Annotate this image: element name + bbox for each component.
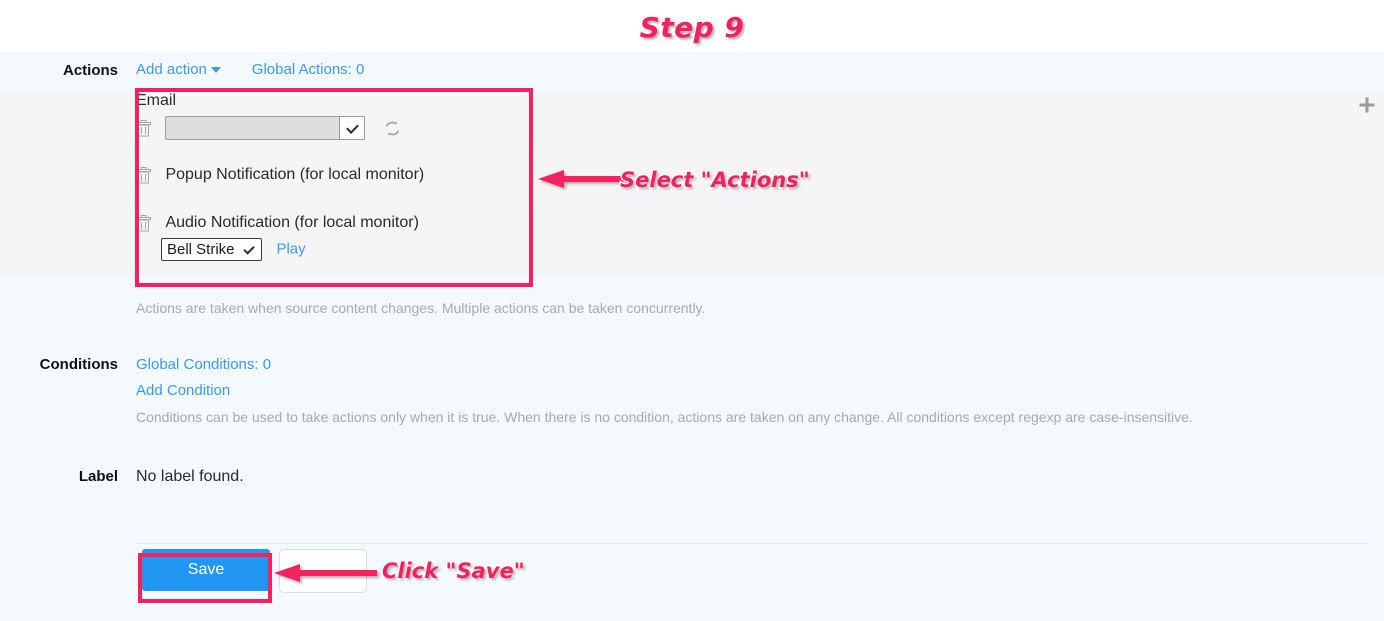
audio-action-body: Audio Notification (for local monitor) B… bbox=[136, 214, 419, 262]
audio-sound-value: Bell Strike bbox=[167, 241, 235, 259]
audio-action-title: Audio Notification (for local monitor) bbox=[165, 214, 419, 231]
actions-toolbar: Add action Global Actions: 0 bbox=[136, 61, 364, 79]
audio-action-header: Audio Notification (for local monitor) bbox=[136, 214, 419, 232]
save-button[interactable]: Save bbox=[142, 549, 270, 591]
global-actions-link[interactable]: Global Actions: 0 bbox=[252, 61, 365, 78]
conditions-label: Conditions bbox=[39, 356, 118, 373]
chevron-down-icon bbox=[242, 243, 255, 255]
chevron-down-icon bbox=[210, 66, 221, 73]
trash-icon[interactable] bbox=[136, 119, 151, 137]
email-action-title: Email bbox=[136, 92, 177, 109]
footer-divider bbox=[136, 543, 1368, 544]
settings-page: Actions Add action Global Actions: 0 Ema… bbox=[0, 52, 1384, 621]
chevron-down-icon bbox=[346, 121, 360, 134]
email-action-controls bbox=[136, 116, 401, 140]
action-row-email: Email bbox=[0, 90, 1384, 152]
action-row-audio: Audio Notification (for local monitor) B… bbox=[0, 202, 1384, 277]
conditions-help-text: Conditions can be used to take actions o… bbox=[136, 409, 1193, 425]
plus-icon[interactable] bbox=[1358, 96, 1376, 114]
page-title: Step 9 bbox=[638, 10, 745, 46]
footer-actions: Save bbox=[0, 543, 1384, 613]
annotation-text-actions: Select "Actions" bbox=[619, 167, 812, 194]
email-recipient-select[interactable] bbox=[165, 116, 366, 140]
trash-icon[interactable] bbox=[136, 214, 151, 232]
play-sound-link[interactable]: Play bbox=[276, 241, 305, 258]
email-select-dropdown-button[interactable] bbox=[339, 116, 366, 140]
sync-icon[interactable] bbox=[384, 120, 401, 137]
trash-icon[interactable] bbox=[136, 166, 151, 184]
add-action-label: Add action bbox=[136, 61, 207, 78]
popup-action-body: Popup Notification (for local monitor) bbox=[136, 166, 424, 184]
audio-action-controls: Bell Strike Play bbox=[161, 238, 419, 262]
add-condition-link[interactable]: Add Condition bbox=[136, 382, 230, 399]
actions-help-text: Actions are taken when source content ch… bbox=[136, 300, 706, 316]
annotation-text-save: Click "Save" bbox=[381, 558, 527, 585]
label-field-value: No label found. bbox=[136, 468, 244, 485]
conditions-section: Conditions Global Conditions: 0 Add Cond… bbox=[0, 352, 1384, 452]
title-band: Step 9 bbox=[0, 0, 1384, 52]
label-field-label: Label bbox=[78, 468, 118, 485]
global-conditions-link[interactable]: Global Conditions: 0 bbox=[136, 356, 271, 373]
actions-label: Actions bbox=[62, 62, 118, 79]
audio-sound-select[interactable]: Bell Strike bbox=[161, 238, 262, 262]
email-action-body: Email bbox=[136, 92, 401, 140]
conditions-body: Global Conditions: 0 Add Condition Condi… bbox=[136, 356, 1193, 425]
add-action-link[interactable]: Add action bbox=[136, 61, 221, 78]
label-section: Label No label found. bbox=[0, 468, 1384, 508]
popup-action-title: Popup Notification (for local monitor) bbox=[165, 166, 425, 183]
annotation-arrow-save bbox=[274, 564, 377, 582]
